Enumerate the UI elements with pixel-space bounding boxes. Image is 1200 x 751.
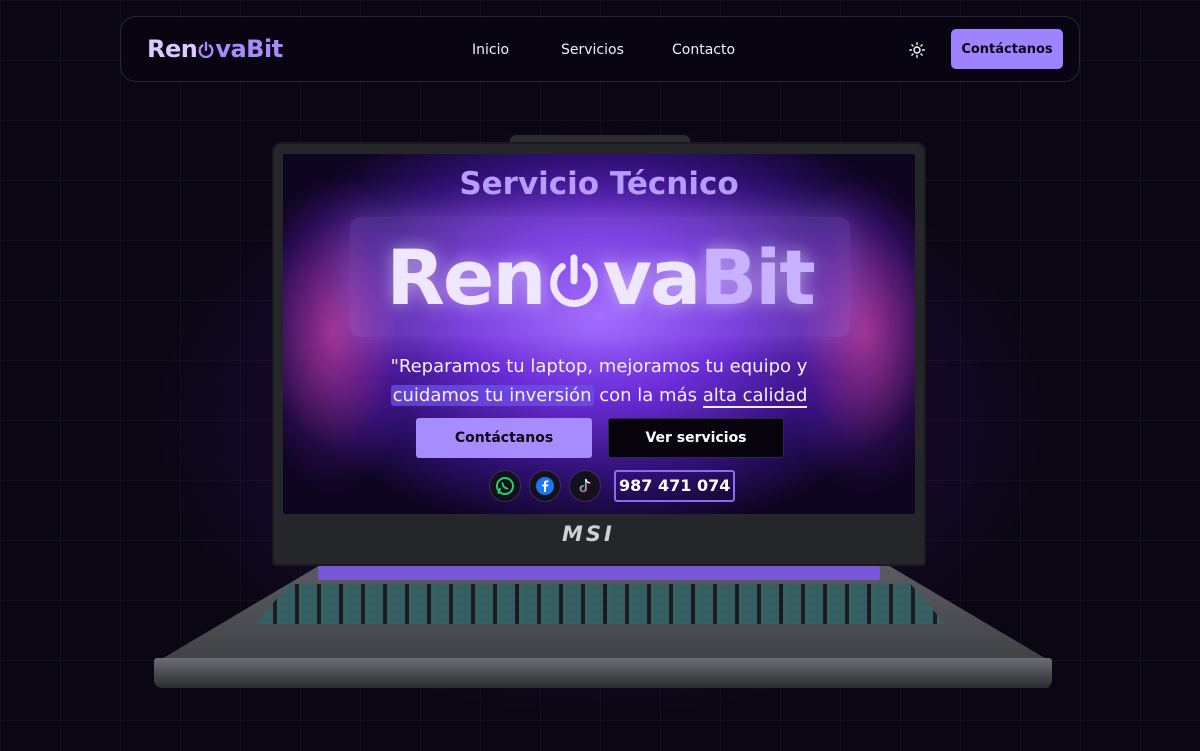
navbar: Ren vaBit Inicio Servicios Contacto Contá… xyxy=(120,16,1080,82)
hero-brand-logo: Ren vaBit xyxy=(350,217,850,337)
brand-part-3: Bit xyxy=(699,232,815,322)
nav-link-contacto[interactable]: Contacto xyxy=(672,41,735,59)
facebook-icon xyxy=(536,477,554,495)
nav-link-servicios[interactable]: Servicios xyxy=(561,41,624,59)
laptop-brand-logo: MSI xyxy=(562,522,615,546)
power-icon xyxy=(549,253,598,307)
laptop-base-edge xyxy=(154,658,1052,688)
theme-toggle-button[interactable] xyxy=(907,40,927,60)
logo-text-start: Ren xyxy=(147,35,198,63)
navbar-contact-button[interactable]: Contáctanos xyxy=(951,29,1063,69)
hero-title: Servicio Técnico xyxy=(459,166,739,202)
hero-screen: Servicio Técnico Ren vaBit "Reparamos tu … xyxy=(283,154,915,514)
tagline-underlined: alta calidad xyxy=(702,385,808,408)
whatsapp-icon xyxy=(496,477,514,495)
phone-number[interactable]: 987 471 074 xyxy=(614,470,736,502)
navbar-logo[interactable]: Ren vaBit xyxy=(147,35,283,63)
laptop-keyboard xyxy=(255,584,945,624)
power-icon xyxy=(198,41,214,59)
tagline-highlight: cuidamos tu inversión xyxy=(390,385,594,406)
tagline-middle: con la más xyxy=(593,385,703,406)
hero-contact-button[interactable]: Contáctanos xyxy=(416,418,592,458)
logo-text-end: vaBit xyxy=(215,35,283,63)
laptop-hinge-light xyxy=(318,566,880,580)
brand-part-2: va xyxy=(602,232,702,322)
hero-services-button[interactable]: Ver servicios xyxy=(608,418,784,458)
tagline-line-1: "Reparamos tu laptop, mejoramos tu equip… xyxy=(390,356,808,377)
nav-link-inicio[interactable]: Inicio xyxy=(472,41,509,59)
tiktok-icon xyxy=(579,478,591,493)
sun-icon xyxy=(909,42,925,58)
brand-part-1: Ren xyxy=(386,232,546,322)
facebook-link[interactable] xyxy=(529,470,561,502)
hero-brand-text: Ren vaBit xyxy=(386,232,815,322)
whatsapp-link[interactable] xyxy=(489,470,521,502)
tiktok-link[interactable] xyxy=(569,470,601,502)
hero-tagline: "Reparamos tu laptop, mejoramos tu equip… xyxy=(283,352,915,410)
